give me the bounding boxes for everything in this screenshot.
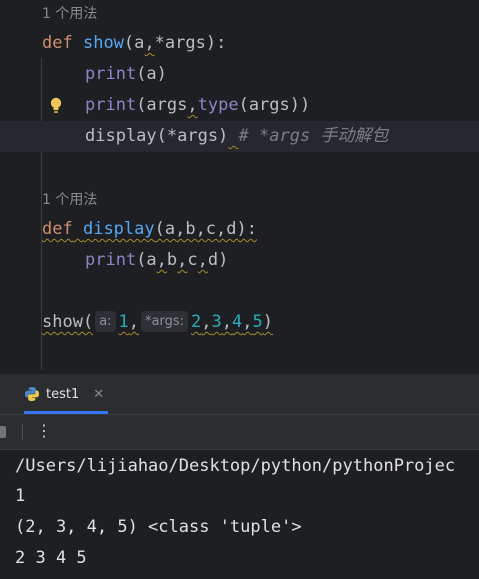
code-line-show-call[interactable]: show(a: 1, *args: 2,3,4,5) [0, 307, 479, 338]
stop-icon[interactable] [0, 426, 6, 438]
keyword-def: def [42, 33, 73, 53]
toolbar-separator [22, 424, 23, 440]
more-vertical-icon[interactable]: ⋮ [36, 421, 52, 440]
code-line-print-abcd[interactable]: print(a,b,c,d) [0, 245, 479, 276]
builtin-print: print [85, 95, 137, 115]
keyword-def: def [42, 219, 73, 239]
function-name-display[interactable]: display [83, 219, 155, 239]
run-tool-window: test1 ✕ ⋮ /Users/lijiahao/Desktop/python… [0, 374, 479, 579]
builtin-print: print [85, 250, 137, 270]
code-editor[interactable]: 1 个用法 def show(a,*args): print(a) print(… [0, 0, 479, 374]
code-line-display-call[interactable]: display(*args) # *args 手动解包 [0, 121, 479, 152]
builtin-print: print [85, 64, 137, 84]
code-line-print-args-type[interactable]: print(args,type(args)) [0, 90, 479, 121]
run-toolbar: ⋮ [0, 415, 479, 449]
param-hint-a: a: [95, 311, 116, 332]
function-name-show[interactable]: show [83, 33, 124, 53]
code-line-print-a[interactable]: print(a) [0, 59, 479, 90]
code-comment: # *args 手动解包 [238, 126, 389, 146]
usage-hint-display[interactable]: 1 个用法 [42, 189, 97, 211]
usage-hint-show[interactable]: 1 个用法 [42, 3, 97, 25]
run-tab-label: test1 [46, 386, 80, 402]
run-tab-bar: test1 ✕ [0, 374, 479, 414]
builtin-type: type [197, 95, 239, 115]
param-hint-args: *args: [141, 311, 189, 332]
divider [0, 449, 479, 450]
code-line-def-display[interactable]: def display(a,b,c,d): [0, 214, 479, 245]
python-file-icon [25, 387, 39, 401]
run-tab-test1[interactable]: test1 ✕ [24, 374, 104, 414]
console-line-1: 1 [15, 486, 26, 506]
console-line-2: (2, 3, 4, 5) <class 'tuple'> [15, 517, 302, 537]
console-line-path: /Users/lijiahao/Desktop/python/pythonPro… [15, 456, 456, 476]
close-icon[interactable]: ✕ [93, 387, 104, 402]
console-line-3: 2 3 4 5 [15, 548, 87, 568]
code-line-def-show[interactable]: def show(a,*args): [0, 28, 479, 59]
